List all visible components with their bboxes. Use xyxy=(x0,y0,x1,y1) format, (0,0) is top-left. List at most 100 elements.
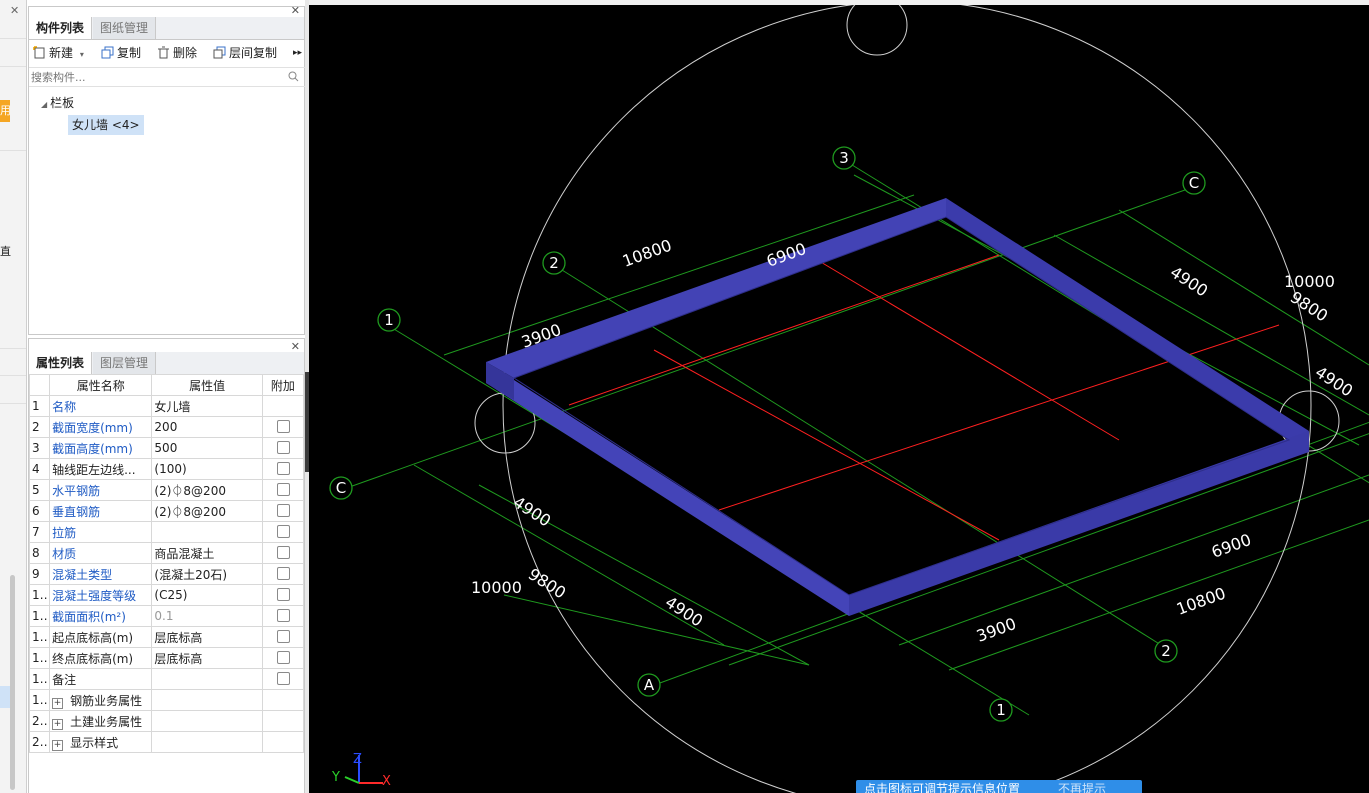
group-name-cell[interactable]: + 钢筋业务属性 xyxy=(49,689,153,711)
extra-cell xyxy=(261,437,305,459)
property-value[interactable]: (2)⏀8@200 xyxy=(151,479,263,501)
table-row[interactable]: 1 名称 女儿墙 xyxy=(28,395,305,417)
hint-bar[interactable]: 点击图标可调节提示信息位置 不再提示 xyxy=(856,780,1142,793)
orange-badge[interactable]: 用 xyxy=(0,100,10,122)
col-name-header: 属性名称 xyxy=(49,374,153,396)
extra-checkbox[interactable] xyxy=(276,461,290,475)
table-row[interactable]: 13 终点底标高(m) 层底标高 xyxy=(28,647,305,669)
table-row[interactable]: 2 截面宽度(mm) 200 xyxy=(28,416,305,438)
grid-line xyxy=(340,184,1200,491)
group-name-cell[interactable]: + 显示样式 xyxy=(49,731,153,753)
extra-checkbox[interactable] xyxy=(276,629,290,643)
property-value[interactable]: (C25) xyxy=(151,584,263,606)
expand-plus-icon[interactable]: + xyxy=(52,697,64,709)
tab-property-list[interactable]: 属性列表 xyxy=(29,352,93,374)
property-value[interactable]: (2)⏀8@200 xyxy=(151,500,263,522)
hint-dismiss-link[interactable]: 不再提示 xyxy=(1058,782,1106,793)
table-row[interactable]: 14 备注 xyxy=(28,668,305,690)
copy-button[interactable]: 复制 xyxy=(101,44,141,62)
extra-checkbox[interactable] xyxy=(276,482,290,496)
search-input[interactable] xyxy=(29,68,273,87)
extra-checkbox[interactable] xyxy=(276,587,290,601)
axis-bubble[interactable]: 3 xyxy=(832,146,856,170)
tab-layer-management[interactable]: 图层管理 xyxy=(93,352,157,374)
extra-cell xyxy=(261,647,305,669)
extra-checkbox[interactable] xyxy=(276,524,290,538)
axis-bubble[interactable]: 1 xyxy=(989,698,1013,722)
property-name: 截面高度(mm) xyxy=(49,437,153,459)
axis-bubble[interactable]: C xyxy=(1182,171,1206,195)
table-row[interactable]: 3 截面高度(mm) 500 xyxy=(28,437,305,459)
table-row[interactable]: 12 起点底标高(m) 层底标高 xyxy=(28,626,305,648)
extra-checkbox[interactable] xyxy=(276,545,290,559)
vertical-scrollbar[interactable] xyxy=(10,575,15,790)
property-name: 终点底标高(m) xyxy=(49,647,153,669)
table-row[interactable]: 9 混凝土类型 (混凝土20石) xyxy=(28,563,305,585)
group-value xyxy=(151,689,263,711)
table-row[interactable]: 6 垂直钢筋 (2)⏀8@200 xyxy=(28,500,305,522)
table-row[interactable]: 4 轴线距左边线... (100) xyxy=(28,458,305,480)
strip-text-fragment: 直 xyxy=(0,245,11,258)
floor-copy-button[interactable]: 层间复制 xyxy=(213,44,277,62)
axis-bubble[interactable]: A xyxy=(637,673,661,697)
axis-bubble[interactable]: C xyxy=(329,476,353,500)
tree-item-parapet[interactable]: 女儿墙 <4> xyxy=(68,115,144,135)
property-name: 垂直钢筋 xyxy=(49,500,153,522)
tree-group[interactable]: ◢ 栏板 xyxy=(41,94,74,111)
axis-bubble-label: 1 xyxy=(996,701,1006,719)
axis-bubble[interactable]: 2 xyxy=(542,251,566,275)
z-axis-label: Z xyxy=(353,752,362,767)
extra-cell xyxy=(261,731,305,753)
strip-selected-item[interactable] xyxy=(0,686,10,708)
axis-bubble[interactable]: 2 xyxy=(1154,639,1178,663)
parapet-wall-3d[interactable] xyxy=(486,198,1309,616)
property-value[interactable] xyxy=(151,668,263,690)
table-group-row[interactable]: 15 + 钢筋业务属性 xyxy=(28,689,305,711)
property-value[interactable] xyxy=(151,521,263,543)
3d-viewport[interactable]: 123CCA21 10800 6900 3900 4900 9800 4900 10000 4… xyxy=(309,5,1369,793)
dimension-label: 10000 xyxy=(1284,272,1335,291)
extra-checkbox[interactable] xyxy=(276,503,290,517)
extra-cell xyxy=(261,416,305,438)
expand-plus-icon[interactable]: + xyxy=(52,718,64,730)
delete-button[interactable]: 删除 xyxy=(157,44,197,62)
property-value[interactable]: 层底标高 xyxy=(151,647,263,669)
property-value[interactable]: 商品混凝土 xyxy=(151,542,263,564)
table-row[interactable]: 8 材质 商品混凝土 xyxy=(28,542,305,564)
side-panel-strip: ✕ 用 直 xyxy=(0,0,27,793)
wall-top-face xyxy=(486,198,946,378)
table-group-row[interactable]: 29 + 显示样式 xyxy=(28,731,305,753)
property-value[interactable]: 女儿墙 xyxy=(151,395,263,417)
property-value[interactable]: 0.1 xyxy=(151,605,263,627)
model-canvas[interactable]: 123CCA21 10800 69003900490098004900100004… xyxy=(309,5,1369,793)
tab-component-list[interactable]: 构件列表 xyxy=(29,17,93,39)
extra-checkbox[interactable] xyxy=(276,671,290,685)
table-group-row[interactable]: 25 + 土建业务属性 xyxy=(28,710,305,732)
extra-checkbox[interactable] xyxy=(276,419,290,433)
axis-bubble[interactable]: 1 xyxy=(377,308,401,332)
property-value[interactable]: (100) xyxy=(151,458,263,480)
extra-checkbox[interactable] xyxy=(276,650,290,664)
expand-plus-icon[interactable]: + xyxy=(52,739,64,751)
property-value[interactable]: 500 xyxy=(151,437,263,459)
property-value[interactable]: 200 xyxy=(151,416,263,438)
extra-checkbox[interactable] xyxy=(276,608,290,622)
new-button[interactable]: 新建 ▾ xyxy=(33,44,84,62)
table-row[interactable]: 10 混凝土强度等级 (C25) xyxy=(28,584,305,606)
extra-checkbox[interactable] xyxy=(276,440,290,454)
tab-drawing-management[interactable]: 图纸管理 xyxy=(93,17,157,39)
group-name: 土建业务属性 xyxy=(70,714,143,729)
search-icon[interactable] xyxy=(288,71,299,82)
close-icon[interactable]: ✕ xyxy=(291,4,300,17)
property-value[interactable]: 层底标高 xyxy=(151,626,263,648)
row-number: 8 xyxy=(28,542,51,564)
close-icon[interactable]: ✕ xyxy=(10,4,19,17)
table-row[interactable]: 7 拉筋 xyxy=(28,521,305,543)
group-name-cell[interactable]: + 土建业务属性 xyxy=(49,710,153,732)
table-row[interactable]: 11 截面面积(m²) 0.1 xyxy=(28,605,305,627)
extra-checkbox[interactable] xyxy=(276,566,290,580)
property-value[interactable]: (混凝土20石) xyxy=(151,563,263,585)
table-row[interactable]: 5 水平钢筋 (2)⏀8@200 xyxy=(28,479,305,501)
row-number: 6 xyxy=(28,500,51,522)
more-tools-icon[interactable]: ▸▸ xyxy=(293,44,302,62)
